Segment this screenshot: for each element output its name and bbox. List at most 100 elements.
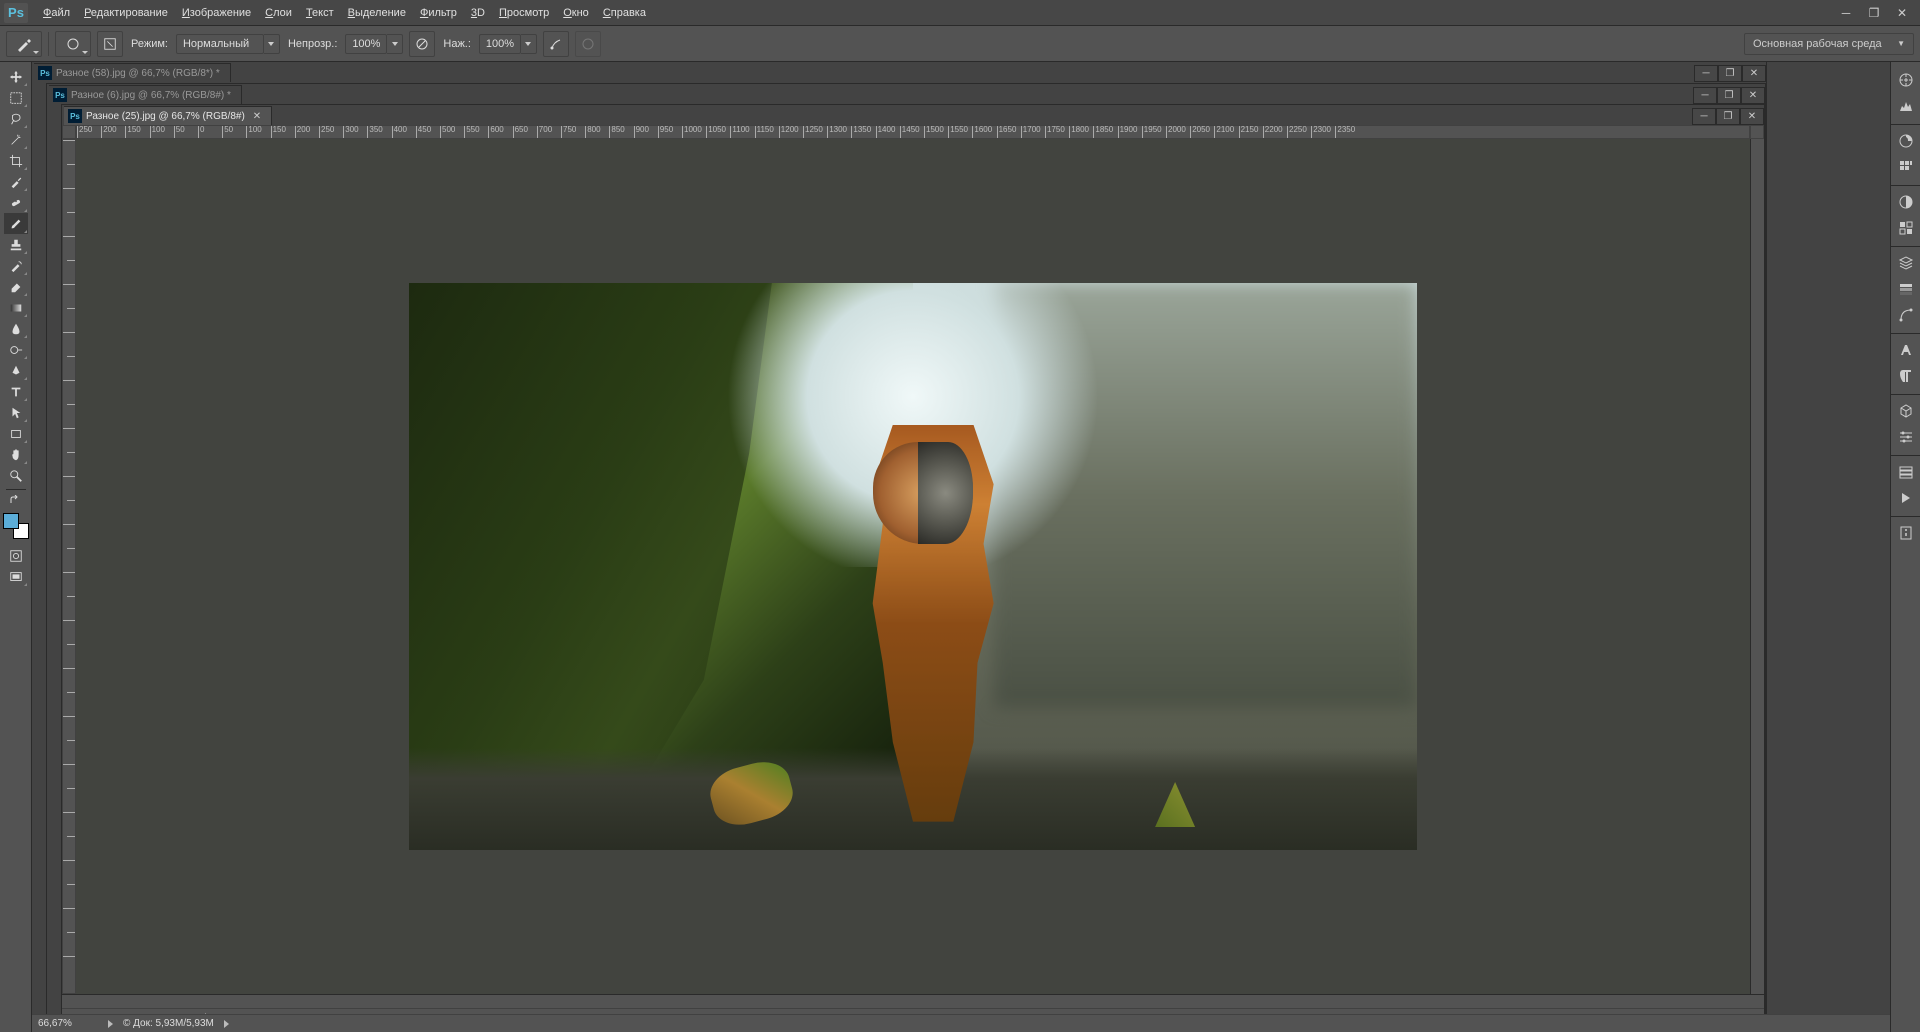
doc-restore-icon[interactable]: ❐ (1718, 65, 1742, 82)
properties-panel-icon[interactable] (1894, 425, 1918, 449)
histogram-panel-icon[interactable] (1894, 94, 1918, 118)
brush-tool[interactable] (4, 213, 28, 234)
color-swatches[interactable] (3, 513, 29, 539)
blend-mode-select[interactable]: Нормальный (176, 34, 264, 54)
toolbox (0, 62, 32, 1032)
layers-panel-icon[interactable] (1894, 251, 1918, 275)
menu-layers[interactable]: Слои (258, 3, 299, 23)
minimize-icon[interactable]: ─ (1838, 6, 1854, 20)
move-tool[interactable] (4, 66, 28, 87)
history-brush-tool[interactable] (4, 255, 28, 276)
document-tab-1[interactable]: Ps Разное (6).jpg @ 66,7% (RGB/8#) * (49, 85, 242, 104)
swatches-panel-icon[interactable] (1894, 155, 1918, 179)
screen-mode-toggle[interactable] (4, 566, 28, 587)
character-panel-icon[interactable] (1894, 338, 1918, 362)
scrollbar-horizontal[interactable] (62, 994, 1764, 1008)
info-panel-icon[interactable] (1894, 521, 1918, 545)
menu-edit[interactable]: Редактирование (77, 3, 175, 23)
ruler-horizontal[interactable]: 2502001501005005010015020025030035040045… (76, 125, 1750, 139)
menu-filter[interactable]: Фильтр (413, 3, 464, 23)
zoom-level-outer[interactable]: 66,67% (38, 1018, 98, 1029)
quick-mask-toggle[interactable] (4, 545, 28, 566)
canvas-viewport[interactable] (76, 139, 1750, 994)
menu-file[interactable]: Файл (36, 3, 77, 23)
type-tool[interactable] (4, 381, 28, 402)
doc-minimize-icon[interactable]: ─ (1693, 87, 1717, 104)
styles-panel-icon[interactable] (1894, 216, 1918, 240)
brush-panel-toggle[interactable] (97, 31, 123, 57)
flow-dropdown-arrow[interactable] (521, 34, 537, 54)
doc-minimize-icon[interactable]: ─ (1694, 65, 1718, 82)
path-selection-tool[interactable] (4, 402, 28, 423)
menu-text[interactable]: Текст (299, 3, 341, 23)
menu-3d[interactable]: 3D (464, 3, 492, 23)
close-icon[interactable]: ✕ (1894, 6, 1910, 20)
workspace-selector[interactable]: Основная рабочая среда ▼ (1744, 33, 1914, 55)
stamp-tool[interactable] (4, 234, 28, 255)
rectangle-tool[interactable] (4, 423, 28, 444)
paths-panel-icon[interactable] (1894, 303, 1918, 327)
menu-bar: Ps Файл Редактирование Изображение Слои … (0, 0, 1920, 26)
restore-icon[interactable]: ❐ (1866, 6, 1882, 20)
swap-colors-icon[interactable] (4, 493, 28, 507)
blend-mode-dropdown-arrow[interactable] (264, 34, 280, 54)
blur-tool[interactable] (4, 318, 28, 339)
document-tabs-inner: Ps Разное (25).jpg @ 66,7% (RGB/8#) ✕ ─ … (62, 105, 1764, 125)
hand-tool[interactable] (4, 444, 28, 465)
history-panel-icon[interactable] (1894, 460, 1918, 484)
doc-size-outer[interactable]: © Док: 5,93M/5,93M (123, 1018, 214, 1029)
doc-close-icon[interactable]: ✕ (1742, 65, 1766, 82)
menu-select[interactable]: Выделение (341, 3, 413, 23)
healing-tool[interactable] (4, 192, 28, 213)
opacity-dropdown-arrow[interactable] (387, 34, 403, 54)
tool-preset-picker[interactable] (6, 31, 42, 57)
outer-status-bar: 66,67% © Док: 5,93M/5,93M (32, 1014, 1890, 1032)
ruler-corner[interactable] (62, 125, 76, 139)
brush-preset-picker[interactable] (55, 31, 91, 57)
gradient-tool[interactable] (4, 297, 28, 318)
dodge-tool[interactable] (4, 339, 28, 360)
navigator-panel-icon[interactable] (1894, 68, 1918, 92)
eraser-tool[interactable] (4, 276, 28, 297)
crop-tool[interactable] (4, 150, 28, 171)
actions-panel-icon[interactable] (1894, 486, 1918, 510)
tab-title: Разное (6).jpg @ 66,7% (RGB/8#) * (71, 90, 231, 101)
menu-view[interactable]: Просмотр (492, 3, 556, 23)
doc-minimize-icon[interactable]: ─ (1692, 108, 1716, 125)
eyedropper-tool[interactable] (4, 171, 28, 192)
doc-close-icon[interactable]: ✕ (1740, 108, 1764, 125)
scrollbar-vertical[interactable] (1750, 139, 1764, 994)
ps-file-icon: Ps (68, 109, 82, 123)
ps-file-icon: Ps (53, 88, 67, 102)
wand-tool[interactable] (4, 129, 28, 150)
status-arrow-icon[interactable] (108, 1020, 113, 1028)
opacity-value[interactable]: 100% (345, 34, 387, 54)
ruler-vertical[interactable] (62, 139, 76, 994)
color-panel-icon[interactable] (1894, 129, 1918, 153)
foreground-color-swatch[interactable] (3, 513, 19, 529)
paragraph-panel-icon[interactable] (1894, 364, 1918, 388)
doc-restore-icon[interactable]: ❐ (1717, 87, 1741, 104)
adjustments-panel-icon[interactable] (1894, 190, 1918, 214)
lasso-tool[interactable] (4, 108, 28, 129)
pen-tool[interactable] (4, 360, 28, 381)
menu-image[interactable]: Изображение (175, 3, 258, 23)
document-tab-0[interactable]: Ps Разное (58).jpg @ 66,7% (RGB/8*) * (34, 63, 231, 82)
doc-close-icon[interactable]: ✕ (1741, 87, 1765, 104)
status-arrow-icon[interactable] (224, 1020, 229, 1028)
doc-restore-icon[interactable]: ❐ (1716, 108, 1740, 125)
opacity-pressure-toggle[interactable] (409, 31, 435, 57)
3d-panel-icon[interactable] (1894, 399, 1918, 423)
menu-help[interactable]: Справка (596, 3, 653, 23)
size-pressure-toggle[interactable] (575, 31, 601, 57)
outer-doc-window-controls: ─ ❐ ✕ (1694, 65, 1766, 82)
marquee-tool[interactable] (4, 87, 28, 108)
zoom-tool[interactable] (4, 465, 28, 486)
workspace-name: Основная рабочая среда (1753, 38, 1882, 50)
channels-panel-icon[interactable] (1894, 277, 1918, 301)
tab-close-icon[interactable]: ✕ (253, 111, 261, 122)
document-tab-2[interactable]: Ps Разное (25).jpg @ 66,7% (RGB/8#) ✕ (64, 106, 272, 125)
airbrush-toggle[interactable] (543, 31, 569, 57)
flow-value[interactable]: 100% (479, 34, 521, 54)
menu-window[interactable]: Окно (556, 3, 596, 23)
